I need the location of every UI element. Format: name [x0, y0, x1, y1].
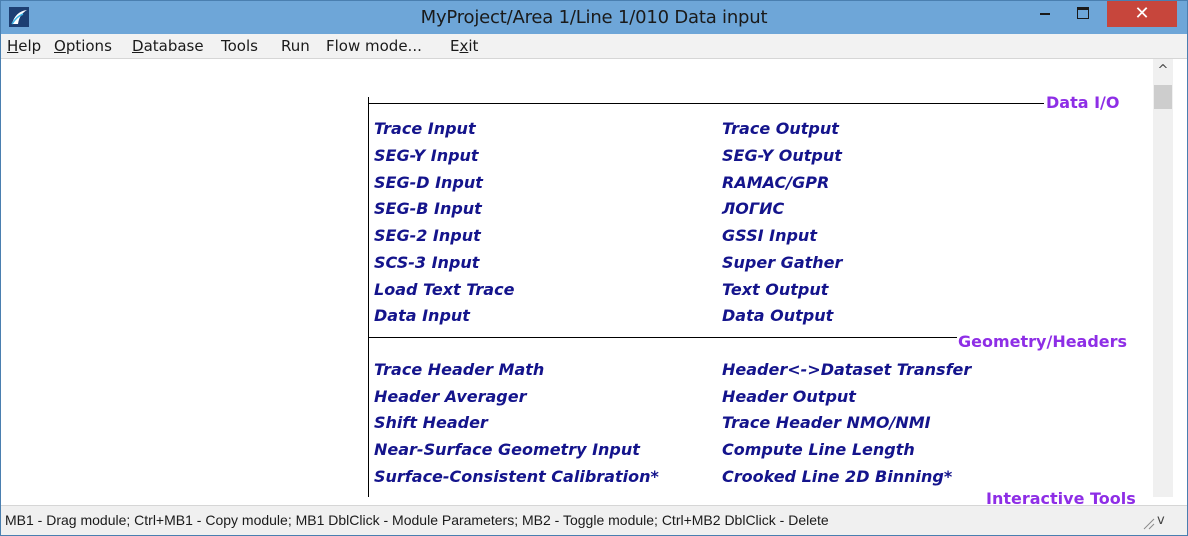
maximize-icon: [1077, 7, 1089, 19]
minimize-button[interactable]: [1027, 1, 1063, 27]
scroll-thumb[interactable]: [1154, 85, 1172, 109]
module-data-input[interactable]: Data Input: [374, 306, 470, 325]
module-trace-output[interactable]: Trace Output: [722, 119, 839, 138]
section-divider-vertical: [368, 97, 369, 497]
menu-help[interactable]: Help: [7, 37, 41, 55]
module-logis[interactable]: ЛОГИС: [722, 199, 784, 218]
module-shift-header[interactable]: Shift Header: [374, 413, 488, 432]
module-segb-input[interactable]: SEG-B Input: [374, 199, 482, 218]
scroll-down-icon[interactable]: v: [1157, 513, 1165, 528]
module-segd-input[interactable]: SEG-D Input: [374, 173, 483, 192]
status-text: MB1 - Drag module; Ctrl+MB1 - Copy modul…: [5, 512, 829, 528]
module-surface-consistent-calibration[interactable]: Surface-Consistent Calibration*: [374, 467, 659, 486]
title-bar[interactable]: MyProject/Area 1/Line 1/010 Data input ✕: [1, 1, 1187, 34]
scroll-up-icon[interactable]: ^: [1153, 63, 1173, 79]
module-trace-input[interactable]: Trace Input: [374, 119, 476, 138]
app-window: MyProject/Area 1/Line 1/010 Data input ✕…: [0, 0, 1188, 536]
menu-bar: Help Options Database Tools Run Flow mod…: [1, 34, 1187, 59]
module-header-dataset-transfer[interactable]: Header<->Dataset Transfer: [722, 360, 971, 379]
vertical-scrollbar[interactable]: ^: [1153, 59, 1173, 497]
module-data-output[interactable]: Data Output: [722, 306, 833, 325]
window-title: MyProject/Area 1/Line 1/010 Data input: [420, 7, 768, 28]
module-gssi-input[interactable]: GSSI Input: [722, 226, 817, 245]
menu-options[interactable]: Options: [54, 37, 112, 55]
section-title-geometry-headers: Geometry/Headers: [958, 332, 1128, 351]
module-compute-line-length[interactable]: Compute Line Length: [722, 440, 915, 459]
module-list-panel[interactable]: Data I/O Trace Input SEG-Y Input SEG-D I…: [1, 59, 1187, 508]
section-rule: [368, 103, 1044, 104]
module-header-output[interactable]: Header Output: [722, 387, 856, 406]
module-trace-header-math[interactable]: Trace Header Math: [374, 360, 544, 379]
close-icon: ✕: [1134, 3, 1150, 24]
menu-flow-mode[interactable]: Flow mode...: [326, 37, 422, 55]
module-segy-input[interactable]: SEG-Y Input: [374, 146, 479, 165]
module-super-gather[interactable]: Super Gather: [722, 253, 842, 272]
module-trace-header-nmo-nmi[interactable]: Trace Header NMO/NMI: [722, 413, 931, 432]
module-seg2-input[interactable]: SEG-2 Input: [374, 226, 481, 245]
menu-database[interactable]: Database: [132, 37, 204, 55]
menu-run[interactable]: Run: [281, 37, 310, 55]
module-segy-output[interactable]: SEG-Y Output: [722, 146, 842, 165]
menu-tools[interactable]: Tools: [221, 37, 258, 55]
section-rule: [368, 337, 957, 338]
module-scs3-input[interactable]: SCS-3 Input: [374, 253, 479, 272]
close-button[interactable]: ✕: [1107, 1, 1177, 27]
module-near-surface-geometry-input[interactable]: Near-Surface Geometry Input: [374, 440, 640, 459]
module-load-text-trace[interactable]: Load Text Trace: [374, 280, 514, 299]
menu-exit[interactable]: Exit: [450, 37, 478, 55]
minimize-icon: [1040, 13, 1050, 15]
module-crooked-line-2d-binning[interactable]: Crooked Line 2D Binning*: [722, 467, 952, 486]
section-title-data-io: Data I/O: [1046, 93, 1120, 112]
module-text-output[interactable]: Text Output: [722, 280, 828, 299]
module-header-averager[interactable]: Header Averager: [374, 387, 526, 406]
module-ramac-gpr[interactable]: RAMAC/GPR: [722, 173, 829, 192]
resize-grip-icon[interactable]: [1141, 516, 1155, 530]
status-bar: MB1 - Drag module; Ctrl+MB1 - Copy modul…: [1, 505, 1187, 535]
maximize-button[interactable]: [1065, 1, 1101, 27]
